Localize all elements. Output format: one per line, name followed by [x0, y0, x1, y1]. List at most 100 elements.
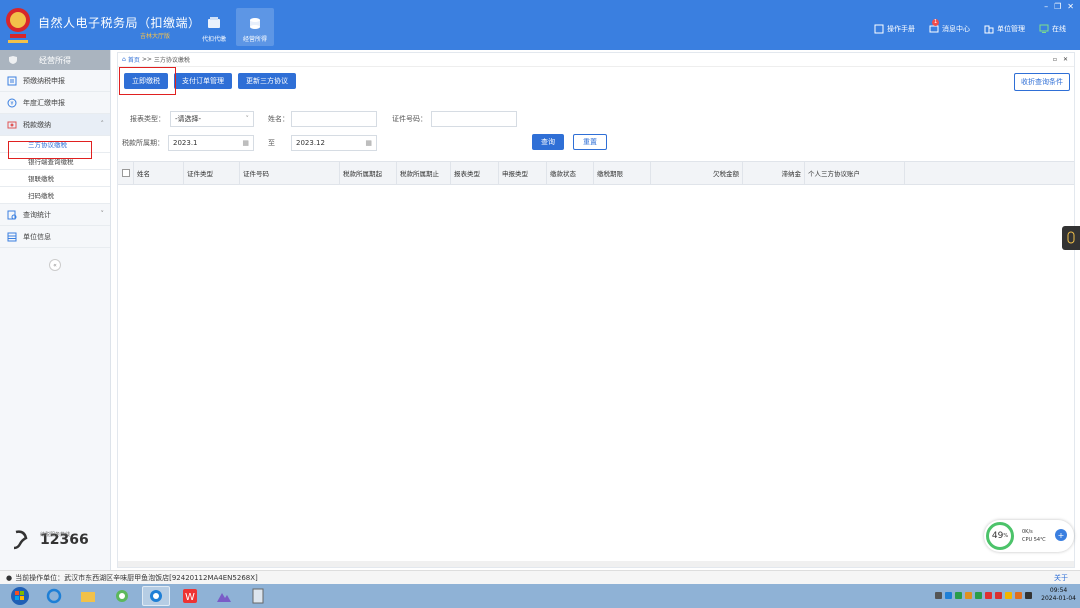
sidebar-item-prepay[interactable]: 预缴纳税申报 [0, 70, 110, 92]
column-header[interactable]: 滞纳金 [743, 162, 805, 184]
about-link[interactable]: 关于 [1054, 573, 1068, 583]
column-header[interactable]: 证件号码 [240, 162, 340, 184]
nav-business-income[interactable]: 经营所得 [236, 8, 274, 46]
service-hotline: 纳税服务热线 12366 [12, 528, 89, 552]
app-subtitle: 吉林大厅版 [140, 33, 171, 40]
calendar-icon: ▦ [242, 139, 249, 147]
clock-time: 09:54 [1049, 587, 1068, 594]
update-agreement-button[interactable]: 更新三方协议 [238, 73, 296, 89]
taskbar-calculator[interactable] [244, 586, 272, 606]
tray-help-icon[interactable] [945, 591, 953, 599]
online-label: 在线 [1052, 25, 1066, 33]
tray-ime-icon[interactable] [995, 591, 1003, 599]
message-center-link[interactable]: 1 消息中心 [929, 19, 970, 34]
taskbar-app[interactable] [210, 586, 238, 606]
tray-volume-icon[interactable] [1025, 591, 1033, 599]
online-status-link[interactable]: 在线 [1039, 24, 1066, 34]
to-label: 至 [268, 139, 275, 147]
column-header[interactable]: 税款所属期起 [340, 162, 397, 184]
table-header: 姓名 证件类型 证件号码 税款所属期起 税款所属期止 报表类型 申报类型 缴款状… [118, 161, 1074, 185]
unit-management-link[interactable]: 单位管理 [984, 24, 1025, 34]
sidebar-item-label: 查询统计 [23, 210, 51, 219]
column-header[interactable]: 报表类型 [451, 162, 499, 184]
wallet-icon [208, 17, 220, 28]
tray-notify-icon[interactable] [1015, 591, 1023, 599]
id-number-label: 证件号码： [392, 115, 427, 123]
breadcrumb-home[interactable]: 首页 [128, 55, 140, 64]
taskbar-wps[interactable]: W [176, 586, 204, 606]
pay-orders-button[interactable]: 支付订单管理 [174, 73, 232, 89]
id-number-input[interactable] [431, 111, 517, 127]
tray-update-icon[interactable] [965, 591, 973, 599]
sidebar-item-unit-info[interactable]: 单位信息 [0, 226, 110, 248]
taskbar-explorer[interactable] [74, 586, 102, 606]
restore-button[interactable]: ❐ [1054, 2, 1061, 11]
tray-power-icon[interactable] [1005, 591, 1013, 599]
tray-network-icon[interactable] [975, 591, 983, 599]
taskbar-ie[interactable] [40, 586, 68, 606]
period-end-input[interactable]: 2023.12 ▦ [291, 135, 377, 151]
current-unit-text: 当前操作单位：武汉市东西湖区辛味厨甲鱼泡饭店[92420112MA4EN5268… [15, 573, 258, 582]
manual-link[interactable]: 操作手册 [874, 24, 915, 34]
start-button[interactable] [6, 586, 34, 606]
system-tray: 09:54 2024-01-04 [935, 587, 1076, 603]
query-button[interactable]: 查询 [532, 134, 564, 150]
tray-keyboard-icon[interactable] [935, 591, 943, 599]
report-type-select[interactable]: -请选择- ˅ [170, 111, 254, 127]
horizontal-scrollbar[interactable] [118, 561, 1074, 567]
sidebar-item-annual[interactable]: ¥ 年度汇缴申报 [0, 92, 110, 114]
manual-icon [874, 24, 884, 34]
taskbar-browser[interactable] [108, 586, 136, 606]
report-type-label: 报表类型： [130, 115, 165, 123]
panel-close-button[interactable]: ✕ [1063, 56, 1068, 63]
svg-text:+: + [1058, 531, 1065, 540]
windows-logo-icon [11, 587, 29, 605]
sidebar-subitem-unionpay[interactable]: 银联缴税 [0, 170, 110, 187]
floating-tool-tab[interactable] [1062, 226, 1080, 250]
tax-app-icon [150, 590, 162, 602]
panel-maximize-button[interactable]: ▫ [1053, 56, 1057, 63]
sidebar-item-query-stats[interactable]: 查询统计 ˅ [0, 204, 110, 226]
column-header[interactable]: 姓名 [134, 162, 184, 184]
taskbar-clock[interactable]: 09:54 2024-01-04 [1041, 587, 1076, 603]
tray-app-icon[interactable] [985, 591, 993, 599]
sidebar: 经营所得 预缴纳税申报 ¥ 年度汇缴申报 税款缴纳 ˄ 三方协议缴税 银行端查询… [0, 50, 111, 570]
column-header[interactable]: 个人三方协议账户 [805, 162, 905, 184]
coins-icon [250, 18, 260, 29]
select-all-checkbox[interactable] [121, 169, 130, 177]
tray-security-icon[interactable] [955, 591, 963, 599]
network-speed: 0K/s [1022, 529, 1033, 535]
mouse-icon [1067, 231, 1075, 244]
tax-icon [7, 121, 17, 128]
svg-text:W: W [185, 592, 195, 603]
minimize-button[interactable]: – [1044, 2, 1048, 11]
taskbar-tax-app[interactable] [142, 586, 170, 606]
unit-label: 单位管理 [997, 25, 1025, 33]
sidebar-item-tax-payment[interactable]: 税款缴纳 ˄ [0, 114, 110, 136]
collapse-conditions-button[interactable]: 收折查询条件 [1014, 73, 1070, 91]
column-header[interactable]: 税款所属期止 [397, 162, 451, 184]
performance-widget[interactable]: 49% 0K/s CPU 54℃ + [984, 520, 1074, 552]
column-header[interactable]: 欠税金额 [651, 162, 743, 184]
cpu-temp: CPU 54℃ [1022, 537, 1046, 543]
column-header[interactable]: 缴款状态 [547, 162, 594, 184]
period-start-value: 2023.1 [173, 139, 198, 147]
name-input[interactable] [291, 111, 377, 127]
search-icon [7, 210, 17, 219]
sidebar-item-label: 预缴纳税申报 [23, 76, 65, 85]
panel-controls: ▫ ✕ [1053, 56, 1068, 63]
sidebar-subitem-scan[interactable]: 扫码缴税 [0, 187, 110, 204]
close-button[interactable]: ✕ [1067, 2, 1074, 11]
column-header[interactable]: 缴税期限 [594, 162, 651, 184]
period-end-value: 2023.12 [296, 139, 325, 147]
window-controls: – ❐ ✕ [1044, 2, 1074, 11]
column-header[interactable]: 申报类型 [499, 162, 547, 184]
reset-button[interactable]: 重置 [573, 134, 607, 150]
sidebar-collapse-button[interactable]: « [49, 259, 61, 271]
period-start-input[interactable]: 2023.1 ▦ [168, 135, 254, 151]
column-header[interactable]: 证件类型 [184, 162, 240, 184]
nav-withholding[interactable]: 代扣代缴 [195, 8, 233, 46]
memory-usage-ring: 49% [986, 522, 1014, 550]
sidebar-item-label: 税款缴纳 [23, 120, 51, 129]
nav-label: 代扣代缴 [201, 36, 226, 43]
